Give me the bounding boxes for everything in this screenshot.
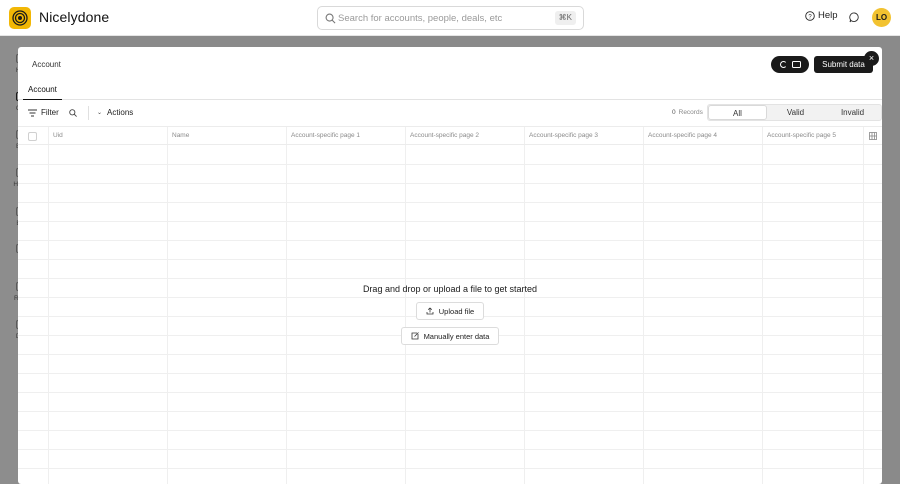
search-icon <box>325 13 336 24</box>
grid-row-line <box>18 259 882 260</box>
select-all-checkbox[interactable] <box>28 132 37 141</box>
import-modal: Account Submit data × Account Filter ⌄ A… <box>18 47 882 484</box>
records-label: Records <box>678 109 703 116</box>
grid-row-line <box>18 449 882 450</box>
user-avatar[interactable]: LO <box>872 8 891 27</box>
grid-row-line <box>18 297 882 298</box>
app-name: Nicelydone <box>39 9 110 25</box>
column-header-page-3[interactable]: Account-specific page 3 <box>524 127 643 146</box>
records-number: 0 <box>672 109 676 116</box>
help-button[interactable]: ? Help <box>805 10 838 21</box>
column-header-page-4[interactable]: Account-specific page 4 <box>643 127 762 146</box>
manually-enter-data-label: Manually enter data <box>423 331 490 341</box>
column-header-page-2[interactable]: Account-specific page 2 <box>405 127 524 146</box>
app-logo[interactable] <box>9 7 31 29</box>
status-pill[interactable] <box>771 56 809 73</box>
filter-button[interactable]: Filter <box>28 108 59 117</box>
close-icon[interactable]: × <box>864 51 879 66</box>
search-shortcut: ⌘K <box>554 11 576 25</box>
segment-all[interactable]: All <box>708 105 767 120</box>
loading-spinner-icon <box>779 61 787 68</box>
segment-invalid[interactable]: Invalid <box>824 105 881 120</box>
grid-row-line <box>18 430 882 431</box>
filter-icon <box>28 109 37 116</box>
manually-enter-data-button[interactable]: Manually enter data <box>401 327 499 345</box>
top-bar: Nicelydone ⌘K ? Help LO <box>0 0 900 36</box>
chevron-down-icon: ⌄ <box>97 110 103 116</box>
grid-row-line <box>18 202 882 203</box>
search-icon[interactable] <box>69 109 77 117</box>
ticket-icon <box>791 61 801 68</box>
grid-row-line <box>18 411 882 412</box>
records-count: 0 Records <box>672 109 703 116</box>
grid-row-line <box>18 278 882 279</box>
tab-account[interactable]: Account <box>23 83 62 100</box>
actions-dropdown[interactable]: ⌄ Actions <box>97 108 133 117</box>
data-grid: Uid Name Account-specific page 1 Account… <box>18 126 882 484</box>
logo-icon <box>12 10 28 26</box>
edit-icon <box>411 332 419 340</box>
grid-row-line <box>18 354 882 355</box>
grid-row-line <box>18 392 882 393</box>
chat-icon[interactable] <box>849 12 860 23</box>
column-header-uid[interactable]: Uid <box>48 127 167 146</box>
svg-text:?: ? <box>808 14 812 20</box>
grid-row-line <box>18 240 882 241</box>
toolbar-divider <box>88 106 89 120</box>
help-circle-icon: ? <box>805 10 815 21</box>
grid-row-line <box>18 164 882 165</box>
column-header-page-1[interactable]: Account-specific page 1 <box>286 127 405 146</box>
empty-state-title: Drag and drop or upload a file to get st… <box>362 284 538 294</box>
modal-tabs: Account <box>18 81 882 100</box>
grid-row-line <box>18 221 882 222</box>
column-settings-icon[interactable] <box>869 132 877 140</box>
grid-header: Uid Name Account-specific page 1 Account… <box>18 126 882 145</box>
upload-file-button[interactable]: Upload file <box>416 302 484 320</box>
upload-file-label: Upload file <box>438 306 475 316</box>
grid-row-line <box>18 373 882 374</box>
search-input[interactable] <box>338 10 548 26</box>
global-search[interactable]: ⌘K <box>317 6 584 30</box>
column-header-page-5[interactable]: Account-specific page 5 <box>762 127 863 146</box>
segment-valid[interactable]: Valid <box>767 105 824 120</box>
column-header-name[interactable]: Name <box>167 127 286 146</box>
help-label: Help <box>818 10 838 21</box>
modal-title: Account <box>32 60 61 69</box>
upload-icon <box>426 307 434 315</box>
validity-segmented-control: All Valid Invalid <box>707 104 882 121</box>
grid-toolbar: Filter ⌄ Actions 0 Records All Valid Inva… <box>18 100 882 126</box>
actions-label: Actions <box>107 108 134 117</box>
grid-row-line <box>18 183 882 184</box>
grid-row-line <box>18 468 882 469</box>
filter-label: Filter <box>41 108 59 117</box>
